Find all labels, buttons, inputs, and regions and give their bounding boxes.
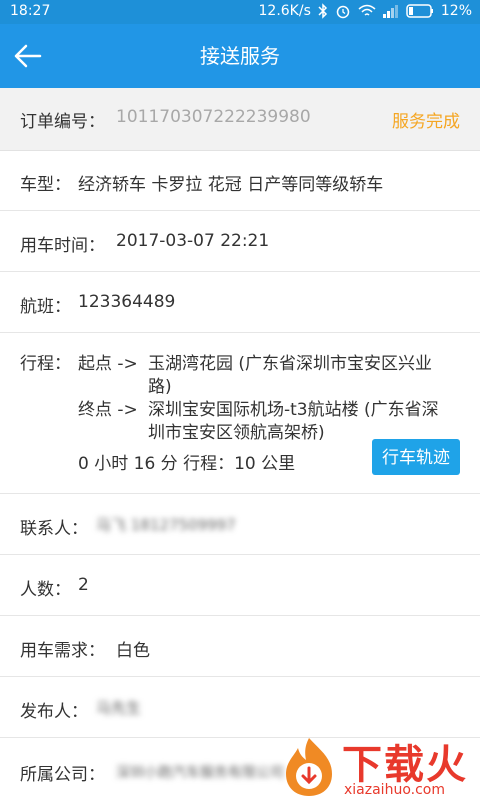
wifi-icon <box>358 4 376 18</box>
time-row: 用车时间： 2017-03-07 22:21 <box>0 211 480 272</box>
need-row: 用车需求： 白色 <box>0 616 480 677</box>
time-value: 2017-03-07 22:21 <box>116 231 270 251</box>
start-label: 起点 -> <box>78 354 138 374</box>
publisher-row: 发布人： 马先生 <box>0 677 480 738</box>
watermark-logo: 下载火 xiazaihuo.com <box>280 732 480 800</box>
contact-value: 马飞 18127509997 <box>96 516 236 534</box>
contact-label: 联系人： <box>20 519 88 539</box>
end-label: 终点 -> <box>78 400 138 420</box>
flight-row: 航班： 123364489 <box>0 272 480 333</box>
status-bar: 18:27 12.6K/s 12% <box>0 0 480 24</box>
order-number: 101170307222239980 <box>116 107 311 127</box>
contact-row: 联系人： 马飞 18127509997 <box>0 494 480 555</box>
signal-icon <box>382 4 399 18</box>
people-label: 人数： <box>20 580 71 600</box>
battery-percent: 12% <box>440 3 472 19</box>
bluetooth-icon <box>318 3 328 19</box>
flight-value: 123364489 <box>78 292 176 312</box>
car-type-value: 经济轿车 卡罗拉 花冠 日产等同等级轿车 <box>78 175 384 195</box>
trip-label: 行程： <box>20 354 71 374</box>
need-label: 用车需求： <box>20 641 105 661</box>
alarm-icon <box>335 3 351 19</box>
end-value-line-2: 圳市宝安区领航高架桥) <box>148 423 325 443</box>
car-type-row: 车型： 经济轿车 卡罗拉 花冠 日产等同等级轿车 <box>0 150 480 211</box>
battery-icon <box>406 4 434 18</box>
start-value-line-1: 玉湖湾花园 (广东省深圳市宝安区兴业 <box>148 354 433 374</box>
flight-label: 航班： <box>20 297 71 317</box>
page-title: 接送服务 <box>200 44 280 68</box>
people-value: 2 <box>78 575 89 595</box>
order-header: 订单编号： 101170307222239980 服务完成 <box>0 88 480 151</box>
watermark-url: xiazaihuo.com <box>344 782 445 798</box>
publisher-value: 马先生 <box>96 699 142 717</box>
app-bar: 接送服务 <box>0 24 480 88</box>
need-value: 白色 <box>116 641 150 661</box>
start-value-line-2: 路) <box>148 377 172 397</box>
status-time: 18:27 <box>10 3 51 19</box>
driving-track-button[interactable]: 行车轨迹 <box>372 439 460 475</box>
trip-summary: 0 小时 16 分 行程：10 公里 <box>78 454 296 474</box>
end-value-line-1: 深圳宝安国际机场-t3航站楼 (广东省深 <box>148 400 439 420</box>
car-type-label: 车型： <box>20 175 71 195</box>
publisher-label: 发布人： <box>20 702 88 722</box>
company-label: 所属公司： <box>20 765 105 785</box>
order-status: 服务完成 <box>392 112 460 132</box>
time-label: 用车时间： <box>20 236 105 256</box>
flame-icon <box>286 738 332 796</box>
order-number-label: 订单编号： <box>20 112 105 132</box>
company-value: 深圳小跑汽车服务有限公司 <box>116 765 284 781</box>
network-speed: 12.6K/s <box>258 3 311 19</box>
people-row: 人数： 2 <box>0 555 480 616</box>
